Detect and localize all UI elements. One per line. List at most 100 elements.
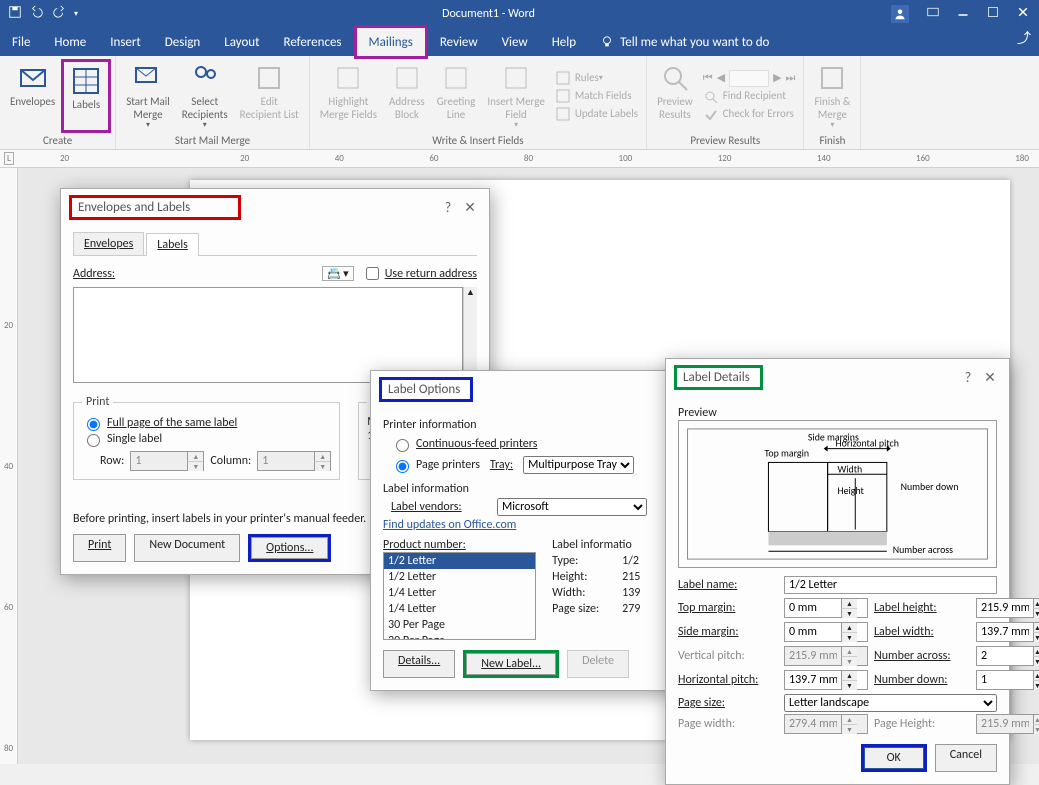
tab-home[interactable]: Home	[42, 28, 98, 56]
recipients-icon	[189, 62, 221, 94]
full-page-option[interactable]: Full page of the same label	[82, 415, 331, 431]
dialog-help-icon[interactable]: ?	[957, 369, 979, 386]
first-record-icon: ⏮	[703, 72, 713, 85]
ruler-unit-icon[interactable]: L	[4, 152, 14, 165]
dialog-help-icon[interactable]: ?	[437, 199, 459, 216]
tab-mailings[interactable]: Mailings	[354, 25, 428, 59]
sidemargin-input[interactable]	[785, 623, 841, 641]
numdown-input[interactable]	[977, 671, 1033, 689]
find-updates-link[interactable]: Find updates on Office.com	[383, 518, 516, 532]
full-page-label: Full page of the same label	[107, 416, 237, 430]
vpitch-label: Vertical pitch:	[678, 649, 778, 663]
redo-icon[interactable]	[52, 5, 66, 23]
tab-review[interactable]: Review	[428, 28, 490, 56]
tab-insert[interactable]: Insert	[98, 28, 153, 56]
tab-references[interactable]: References	[272, 28, 354, 56]
ribbon-display-icon[interactable]	[927, 6, 939, 22]
share-icon[interactable]: ⤴	[1017, 28, 1039, 56]
select-recipients-button[interactable]: Select Recipients▾	[176, 59, 234, 133]
labels-button[interactable]: Labels	[61, 59, 111, 133]
topmargin-spin[interactable]: ▲▼	[784, 598, 868, 618]
print-button[interactable]: Print	[73, 534, 126, 562]
vruler-tick: 40	[4, 461, 13, 472]
vendors-select[interactable]: Microsoft	[497, 498, 647, 516]
list-item[interactable]: 1/4 Letter	[384, 601, 535, 617]
page-printers-option[interactable]: Page printers	[391, 457, 480, 473]
numacross-label: Number across:	[874, 649, 970, 663]
hpitch-spin[interactable]: ▲▼	[784, 670, 868, 690]
qat-dropdown-icon[interactable]: ▾	[74, 9, 78, 19]
tell-me-search[interactable]: Tell me what you want to do	[588, 28, 781, 56]
tab-view[interactable]: View	[490, 28, 540, 56]
numdown-spin[interactable]: ▲▼	[976, 670, 1039, 690]
cancel-button[interactable]: Cancel	[935, 744, 997, 772]
single-label-option[interactable]: Single label	[82, 431, 331, 447]
tray-select[interactable]: Multipurpose Tray	[523, 456, 634, 474]
product-listbox[interactable]: 1/2 Letter 1/2 Letter 1/4 Letter 1/4 Let…	[383, 552, 536, 640]
close-icon[interactable]	[1017, 6, 1029, 22]
row-input	[131, 452, 187, 470]
labelwidth-input[interactable]	[977, 623, 1033, 641]
account-icon[interactable]	[891, 5, 909, 23]
labelheight-input[interactable]	[977, 599, 1033, 617]
tab-labels[interactable]: Labels	[146, 233, 199, 256]
list-item[interactable]: 1/4 Letter	[384, 585, 535, 601]
numacross-input[interactable]	[977, 647, 1033, 665]
page-printers-label: Page printers	[416, 458, 480, 472]
pagesize-select[interactable]: Letter landscape	[784, 694, 997, 712]
label-info-title: Label informatio	[552, 538, 667, 552]
undo-icon[interactable]	[30, 5, 44, 23]
envelopes-button[interactable]: Envelopes	[4, 59, 61, 133]
minimize-icon[interactable]	[957, 6, 969, 22]
full-page-radio[interactable]	[87, 418, 100, 431]
numdown-label: Number down:	[874, 673, 970, 687]
use-return-checkbox[interactable]	[366, 267, 379, 280]
use-return-address[interactable]: Use return address	[362, 264, 477, 283]
topmargin-input[interactable]	[785, 599, 841, 617]
group-preview-label: Preview Results	[651, 133, 799, 149]
labelwidth-spin[interactable]: ▲▼	[976, 622, 1039, 642]
address-book-icon[interactable]: 📇 ▾	[322, 266, 354, 281]
page-radio[interactable]	[396, 460, 409, 473]
check-icon	[703, 107, 719, 123]
group-write-insert: Highlight Merge Fields Address Block Gre…	[310, 56, 647, 149]
dialog-close-icon[interactable]: ✕	[459, 199, 481, 216]
tab-design[interactable]: Design	[153, 28, 212, 56]
list-item[interactable]: 1/2 Letter	[384, 553, 535, 569]
dialog-close-icon[interactable]: ✕	[979, 369, 1001, 386]
window-controls	[891, 5, 1039, 23]
details-button[interactable]: Details...	[383, 650, 455, 678]
new-label-button[interactable]: New Label...	[466, 653, 556, 675]
svg-text:Height: Height	[838, 485, 865, 497]
tab-file[interactable]: File	[0, 28, 42, 56]
address-textarea[interactable]	[73, 287, 463, 383]
list-item[interactable]: 1/2 Letter	[384, 569, 535, 585]
new-document-button[interactable]: New Document	[134, 534, 240, 562]
tab-help[interactable]: Help	[540, 28, 588, 56]
single-radio[interactable]	[87, 434, 100, 447]
env-labels-tabs: Envelopes Labels	[73, 232, 477, 256]
labelheight-spin[interactable]: ▲▼	[976, 598, 1039, 618]
printer-info-legend: Printer information	[383, 418, 667, 432]
continuous-radio[interactable]	[396, 439, 409, 452]
maximize-icon[interactable]	[987, 6, 999, 22]
ok-button[interactable]: OK	[864, 747, 924, 769]
list-item[interactable]: 30 Per Page	[384, 617, 535, 633]
save-icon[interactable]	[8, 5, 22, 23]
hpitch-input[interactable]	[785, 671, 841, 689]
vpitch-spin: ▲▼	[784, 646, 868, 666]
numacross-spin[interactable]: ▲▼	[976, 646, 1039, 666]
select-recipients-label: Select Recipients	[182, 96, 228, 121]
col-spinner: ▲▼	[257, 451, 331, 471]
tab-layout[interactable]: Layout	[212, 28, 271, 56]
scrollbar[interactable]: ▲▼	[463, 287, 477, 383]
envelopes-labels-title: Envelopes and Labels	[78, 200, 190, 215]
sidemargin-spin[interactable]: ▲▼	[784, 622, 868, 642]
start-mail-merge-button[interactable]: Start Mail Merge▾	[120, 59, 176, 133]
options-button[interactable]: Options...	[251, 537, 328, 559]
list-item[interactable]: 30 Per Page	[384, 633, 535, 640]
tab-envelopes[interactable]: Envelopes	[73, 232, 144, 255]
continuous-option[interactable]: Continuous-feed printers	[383, 436, 667, 452]
labelname-input[interactable]	[784, 576, 997, 594]
group-create: Envelopes Labels Create	[0, 56, 116, 149]
